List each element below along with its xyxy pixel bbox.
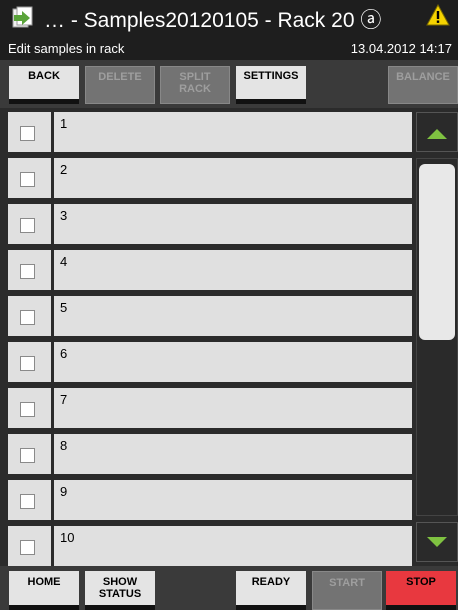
stop-button-label: STOP xyxy=(406,576,436,588)
back-button[interactable]: BACK xyxy=(9,66,79,104)
list-item[interactable]: 7 xyxy=(8,388,412,428)
show-status-label-line2: STATUS xyxy=(98,588,142,600)
back-button-label: BACK xyxy=(28,70,60,82)
list-item[interactable]: 4 xyxy=(8,250,412,290)
delete-button[interactable]: DELETE xyxy=(85,66,155,104)
row-label-cell[interactable]: 5 xyxy=(54,296,412,336)
checkbox-cell[interactable] xyxy=(8,296,51,336)
row-label-cell[interactable]: 7 xyxy=(54,388,412,428)
show-status-button[interactable]: SHOW STATUS xyxy=(85,571,155,610)
home-button[interactable]: HOME xyxy=(9,571,79,610)
row-label-cell[interactable]: 8 xyxy=(54,434,412,474)
row-label: 4 xyxy=(60,254,68,269)
row-label: 8 xyxy=(60,438,68,453)
home-button-label: HOME xyxy=(27,576,61,588)
page-subtitle: Edit samples in rack xyxy=(8,41,125,56)
checkbox[interactable] xyxy=(20,218,35,233)
delete-button-label: DELETE xyxy=(98,71,142,83)
list-item[interactable]: 6 xyxy=(8,342,412,382)
row-label-cell[interactable]: 2 xyxy=(54,158,412,198)
row-label: 10 xyxy=(60,530,75,545)
checkbox-cell[interactable] xyxy=(8,480,51,520)
row-label-cell[interactable]: 3 xyxy=(54,204,412,244)
row-label: 6 xyxy=(60,346,68,361)
triangle-up-icon xyxy=(427,129,447,139)
checkbox[interactable] xyxy=(20,402,35,417)
stop-button[interactable]: STOP xyxy=(386,571,456,610)
triangle-down-icon xyxy=(427,537,447,547)
samples-app-icon xyxy=(12,6,33,28)
checkbox-cell[interactable] xyxy=(8,388,51,428)
page-title: … - Samples20120105 - Rack 20 ⓐ xyxy=(44,9,382,32)
checkbox-cell[interactable] xyxy=(8,250,51,290)
scrollbar[interactable] xyxy=(416,112,458,563)
settings-button-label: SETTINGS xyxy=(243,70,299,82)
row-label-cell[interactable]: 9 xyxy=(54,480,412,520)
checkbox[interactable] xyxy=(20,540,35,555)
scroll-down-button[interactable] xyxy=(416,522,458,562)
checkbox[interactable] xyxy=(20,494,35,509)
ready-button-label: READY xyxy=(251,576,291,588)
checkbox-cell[interactable] xyxy=(8,204,51,244)
checkbox[interactable] xyxy=(20,172,35,187)
row-label-cell[interactable]: 10 xyxy=(54,526,412,566)
checkbox-cell[interactable] xyxy=(8,158,51,198)
list-item[interactable]: 8 xyxy=(8,434,412,474)
checkbox[interactable] xyxy=(20,310,35,325)
split-rack-label-line1: SPLIT xyxy=(179,71,211,83)
list-item[interactable]: 1 xyxy=(8,112,412,152)
scroll-up-button[interactable] xyxy=(416,112,458,152)
list-item[interactable]: 9 xyxy=(8,480,412,520)
list-item[interactable]: 5 xyxy=(8,296,412,336)
show-status-label-line1: SHOW xyxy=(102,576,138,588)
split-rack-label-line2: RACK xyxy=(179,83,211,95)
checkbox[interactable] xyxy=(20,448,35,463)
row-label: 1 xyxy=(60,116,68,131)
split-rack-button[interactable]: SPLIT RACK xyxy=(160,66,230,104)
checkbox[interactable] xyxy=(20,126,35,141)
balance-button[interactable]: BALANCE xyxy=(388,66,458,104)
start-button-label: START xyxy=(329,577,365,589)
checkbox-cell[interactable] xyxy=(8,112,51,152)
checkbox[interactable] xyxy=(20,356,35,371)
list-item[interactable]: 2 xyxy=(8,158,412,198)
checkbox-cell[interactable] xyxy=(8,342,51,382)
toolbar: BACK DELETE SPLIT RACK SETTINGS BALANCE xyxy=(0,60,458,108)
start-button[interactable]: START xyxy=(312,571,382,610)
row-label: 3 xyxy=(60,208,68,223)
row-label: 2 xyxy=(60,162,68,177)
balance-button-label: BALANCE xyxy=(396,71,450,83)
scroll-track[interactable] xyxy=(416,158,458,516)
scroll-thumb[interactable] xyxy=(419,164,455,340)
checkbox-cell[interactable] xyxy=(8,526,51,566)
header-bar: … - Samples20120105 - Rack 20 ⓐ Edit sam… xyxy=(0,0,458,60)
row-label: 7 xyxy=(60,392,68,407)
row-label: 9 xyxy=(60,484,68,499)
checkbox-cell[interactable] xyxy=(8,434,51,474)
checkbox[interactable] xyxy=(20,264,35,279)
ready-button[interactable]: READY xyxy=(236,571,306,610)
settings-button[interactable]: SETTINGS xyxy=(236,66,306,104)
warning-icon[interactable] xyxy=(426,4,450,26)
row-label-cell[interactable]: 1 xyxy=(54,112,412,152)
row-label: 5 xyxy=(60,300,68,315)
row-label-cell[interactable]: 6 xyxy=(54,342,412,382)
list-item[interactable]: 3 xyxy=(8,204,412,244)
row-label-cell[interactable]: 4 xyxy=(54,250,412,290)
bottom-bar: HOME SHOW STATUS READY START STOP xyxy=(0,566,458,610)
datetime-label: 13.04.2012 14:17 xyxy=(350,41,452,56)
list-item[interactable]: 10 xyxy=(8,526,412,566)
